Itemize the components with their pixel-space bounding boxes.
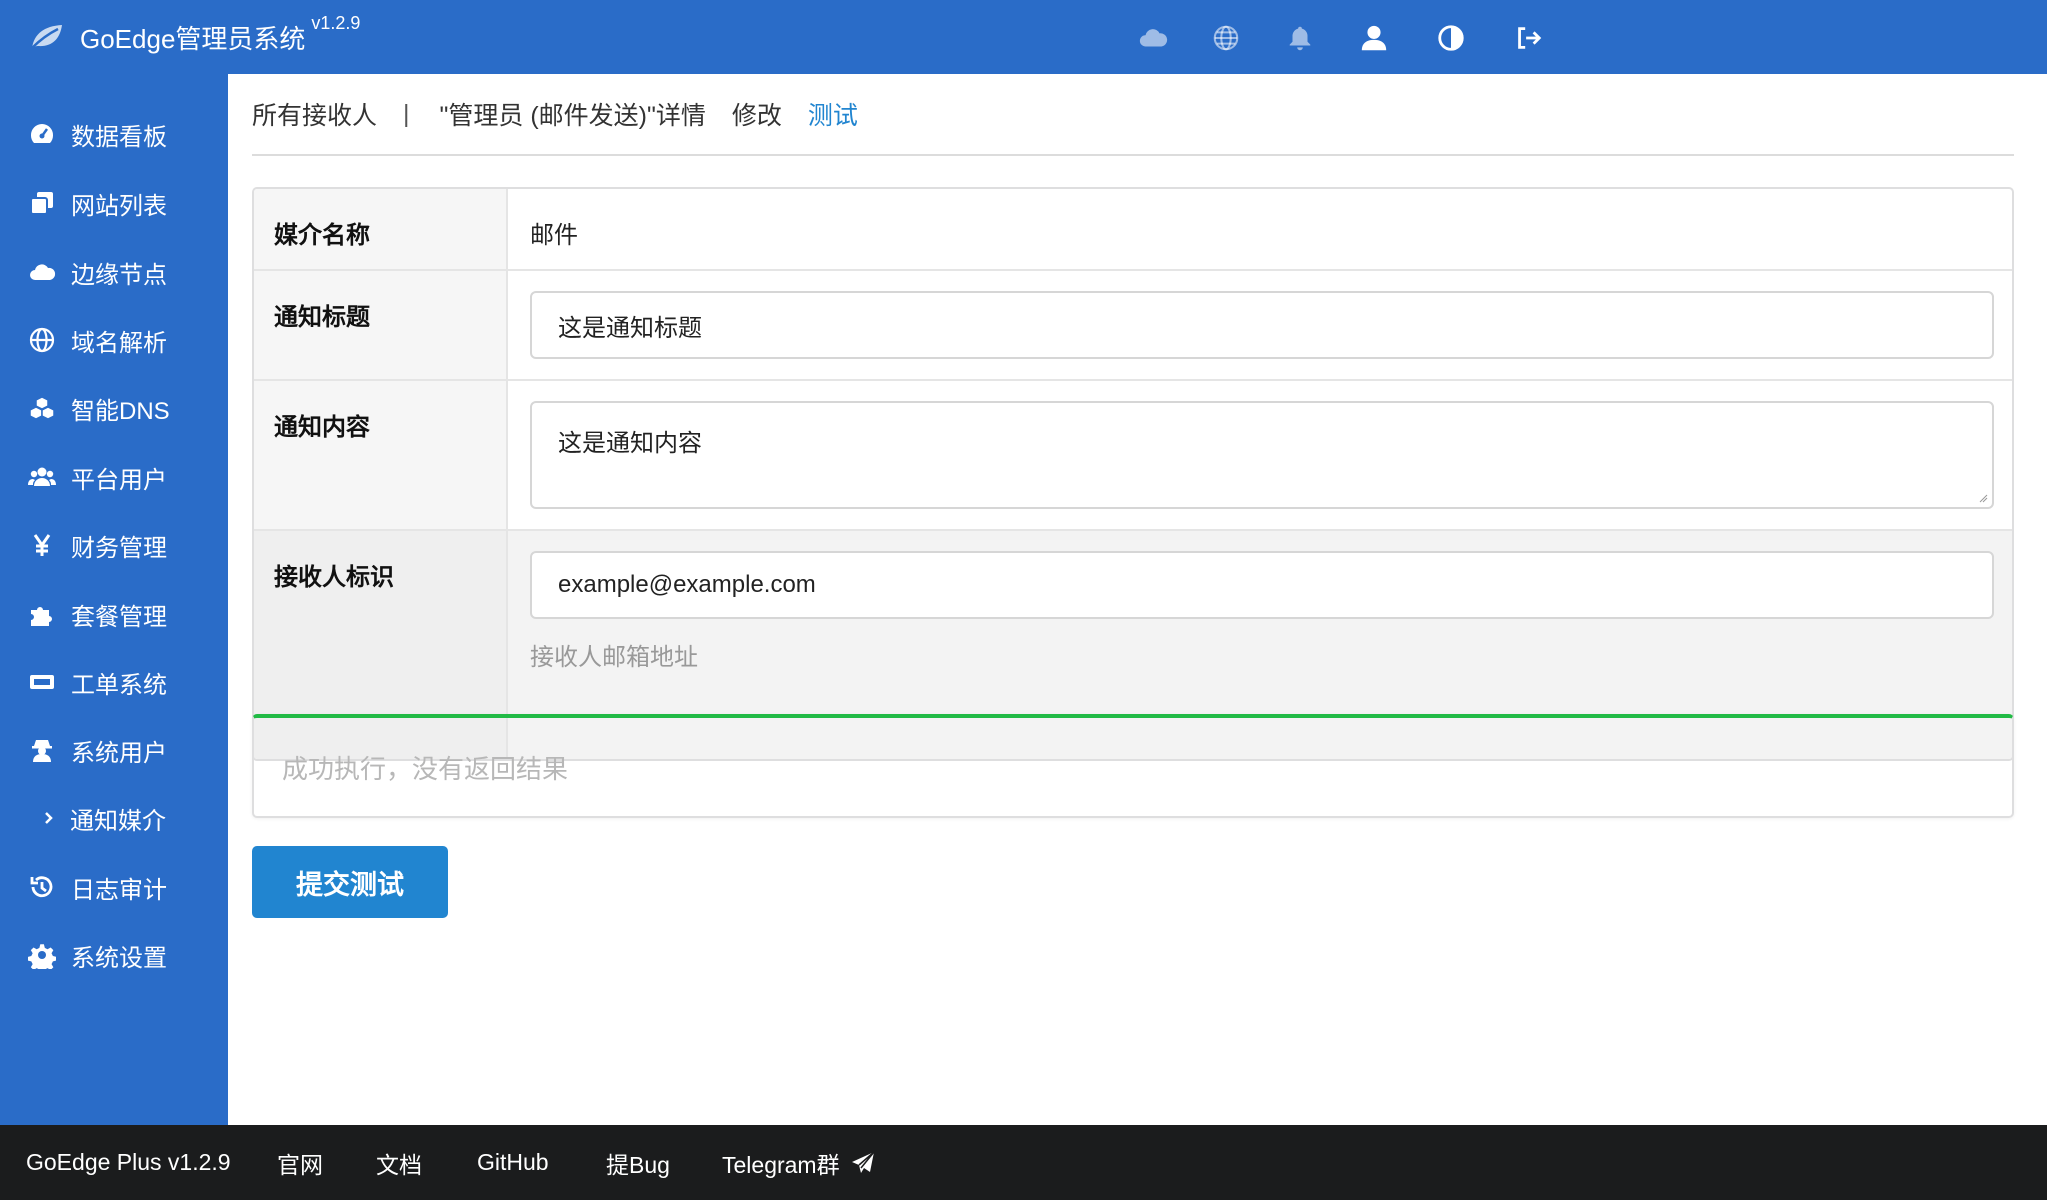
cloud-icon[interactable] <box>1137 22 1169 54</box>
row-media-name: 媒介名称 邮件 <box>254 189 2012 271</box>
sidebar-item-label: 智能DNS <box>71 397 170 425</box>
chevron-right-icon <box>40 803 58 833</box>
dashboard-icon <box>27 119 57 149</box>
footer-link-github[interactable]: GitHub <box>477 1125 549 1200</box>
sidebar-item-system-users[interactable]: 系统用户 <box>0 720 228 780</box>
footer-link-website[interactable]: 官网 <box>277 1125 323 1200</box>
brand[interactable]: GoEdge管理员系统 v1.2.9 <box>28 12 361 60</box>
sidebar-item-label: 系统用户 <box>71 739 167 767</box>
paper-plane-icon <box>851 1150 875 1173</box>
clone-icon <box>27 188 57 218</box>
sidebar-item-label: 通知媒介 <box>70 807 166 835</box>
sidebar-item-smart-dns[interactable]: 智能DNS <box>0 378 228 438</box>
cubes-icon <box>27 393 57 423</box>
tab-separator: | <box>403 99 410 128</box>
history-icon <box>27 872 57 902</box>
user-icon[interactable] <box>1358 22 1390 54</box>
sidebar-item-tickets[interactable]: 工单系统 <box>0 652 228 712</box>
users-icon <box>27 462 57 492</box>
submit-test-button[interactable]: 提交测试 <box>252 846 448 918</box>
sidebar-item-notify-media[interactable]: 通知媒介 <box>0 788 228 848</box>
sidebar-item-label: 边缘节点 <box>71 261 167 289</box>
result-message-box: 成功执行，没有返回结果 <box>252 714 2014 818</box>
globe-icon <box>27 325 57 355</box>
body-textarea-text: 这是通知内容 <box>558 430 702 457</box>
app-version: v1.2.9 <box>311 12 361 33</box>
sidebar-item-label: 数据看板 <box>71 123 167 151</box>
footer-product[interactable]: GoEdge Plus v1.2.9 <box>26 1125 231 1200</box>
sidebar-item-label: 工单系统 <box>71 671 167 699</box>
tab-detail[interactable]: "管理员 (邮件发送)"详情 <box>440 96 706 132</box>
tab-edit[interactable]: 修改 <box>732 96 782 132</box>
sidebar-item-platform-users[interactable]: 平台用户 <box>0 447 228 507</box>
receiver-hint: 接收人邮箱地址 <box>530 644 698 671</box>
subject-label: 通知标题 <box>254 271 508 379</box>
resize-handle-icon[interactable] <box>1978 493 1988 503</box>
footer-telegram-label: Telegram群 <box>722 1151 840 1178</box>
sidebar: 数据看板 网站列表 边缘节点 域名解析 智能DNS 平台用户 财务管理 套餐管理… <box>0 74 228 1125</box>
footer-link-telegram[interactable]: Telegram群 <box>722 1125 876 1200</box>
sidebar-item-dns[interactable]: 域名解析 <box>0 310 228 370</box>
row-body: 通知内容 这是通知内容 <box>254 381 2012 531</box>
tab-bar: 所有接收人 | "管理员 (邮件发送)"详情 修改 测试 <box>252 74 2014 156</box>
ticket-icon <box>27 667 57 697</box>
sidebar-item-label: 系统设置 <box>71 944 167 972</box>
yen-icon <box>27 530 57 560</box>
theme-contrast-icon[interactable] <box>1435 22 1467 54</box>
sidebar-item-label: 网站列表 <box>71 192 167 220</box>
subject-input[interactable]: 这是通知标题 <box>530 291 1994 359</box>
result-message: 成功执行，没有返回结果 <box>282 753 569 784</box>
logout-icon[interactable] <box>1512 22 1544 54</box>
sidebar-item-label: 日志审计 <box>71 876 167 904</box>
sidebar-item-label: 域名解析 <box>71 329 167 357</box>
app-name: GoEdge管理员系统 <box>80 23 306 54</box>
user-secret-icon <box>27 735 57 765</box>
sidebar-item-finance[interactable]: 财务管理 <box>0 515 228 575</box>
media-name-label: 媒介名称 <box>254 189 508 269</box>
puzzle-icon <box>27 599 57 629</box>
leaf-logo-icon <box>28 22 64 52</box>
media-name-value: 邮件 <box>530 222 578 249</box>
footer: GoEdge Plus v1.2.9 官网 文档 GitHub 提Bug Tel… <box>0 1125 2047 1200</box>
sidebar-item-audit-logs[interactable]: 日志审计 <box>0 857 228 917</box>
gear-icon <box>27 940 57 970</box>
bell-icon[interactable] <box>1284 22 1316 54</box>
body-label: 通知内容 <box>254 381 508 529</box>
top-header: GoEdge管理员系统 v1.2.9 <box>0 0 2047 74</box>
sidebar-item-label: 平台用户 <box>71 466 167 494</box>
footer-link-report-bug[interactable]: 提Bug <box>606 1125 670 1200</box>
body-textarea[interactable]: 这是通知内容 <box>530 401 1994 509</box>
footer-link-docs[interactable]: 文档 <box>376 1125 422 1200</box>
globe-icon[interactable] <box>1210 22 1242 54</box>
receiver-input[interactable]: example@example.com <box>530 551 1994 619</box>
tab-test[interactable]: 测试 <box>808 96 858 132</box>
cloud-icon <box>27 257 57 287</box>
test-form-table: 媒介名称 邮件 通知标题 这是通知标题 通知内容 这是通知内容 接收人标识 ex <box>252 187 2014 761</box>
row-subject: 通知标题 这是通知标题 <box>254 271 2012 381</box>
sidebar-item-label: 财务管理 <box>71 534 167 562</box>
sidebar-item-plans[interactable]: 套餐管理 <box>0 584 228 644</box>
sidebar-item-settings[interactable]: 系统设置 <box>0 925 228 985</box>
sidebar-item-dashboard[interactable]: 数据看板 <box>0 104 228 164</box>
sidebar-item-nodes[interactable]: 边缘节点 <box>0 242 228 302</box>
sidebar-item-sites[interactable]: 网站列表 <box>0 173 228 233</box>
tab-all-receivers[interactable]: 所有接收人 <box>252 96 377 132</box>
sidebar-item-label: 套餐管理 <box>71 603 167 631</box>
